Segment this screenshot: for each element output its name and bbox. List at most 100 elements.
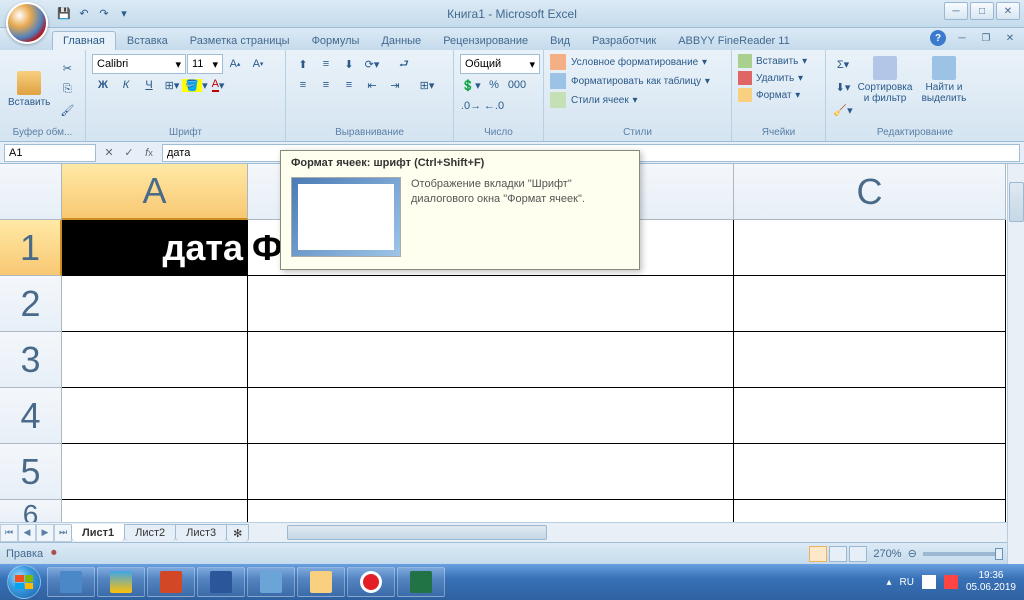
fx-button[interactable]: fx — [140, 144, 158, 162]
help-icon[interactable]: ? — [930, 30, 946, 46]
horizontal-scrollbar[interactable] — [269, 524, 1024, 541]
clock[interactable]: 19:36 05.06.2019 — [966, 570, 1016, 594]
cell-styles-button[interactable]: Стили ячеек ▾ — [550, 92, 725, 108]
orientation-button[interactable]: ⟳▾ — [361, 54, 383, 74]
page-break-view-button[interactable] — [849, 546, 867, 562]
mdi-minimize[interactable]: ─ — [954, 31, 970, 45]
format-as-table-button[interactable]: Форматировать как таблицу ▾ — [550, 73, 725, 89]
select-all-corner[interactable] — [0, 164, 62, 220]
borders-button[interactable]: ⊞▾ — [161, 75, 183, 95]
cell-a5[interactable] — [62, 444, 248, 500]
align-left-button[interactable]: ≡ — [292, 75, 314, 95]
sheet-nav-next[interactable]: ▶ — [36, 524, 54, 542]
language-indicator[interactable]: RU — [899, 577, 913, 588]
cell-a1[interactable]: дата — [62, 220, 248, 276]
normal-view-button[interactable] — [809, 546, 827, 562]
tab-data[interactable]: Данные — [370, 31, 432, 50]
tray-icon-1[interactable] — [922, 575, 936, 589]
wrap-text-button[interactable]: ⮐ — [384, 54, 424, 74]
merge-button[interactable]: ⊞▾ — [407, 75, 447, 95]
redo-icon[interactable]: ↷ — [95, 5, 113, 23]
cell-c6[interactable] — [734, 500, 1006, 522]
minimize-button[interactable]: ─ — [944, 2, 968, 20]
tab-page-layout[interactable]: Разметка страницы — [179, 31, 301, 50]
enter-formula-button[interactable]: ✓ — [120, 144, 138, 162]
row-header-3[interactable]: 3 — [0, 332, 62, 388]
zoom-out-button[interactable]: ⊖ — [908, 547, 917, 560]
office-button[interactable] — [6, 2, 48, 44]
format-cells-button[interactable]: Формат ▾ — [738, 88, 819, 102]
mdi-close[interactable]: ✕ — [1002, 31, 1018, 45]
cut-button[interactable]: ✂ — [56, 59, 78, 79]
row-header-2[interactable]: 2 — [0, 276, 62, 332]
close-button[interactable]: ✕ — [996, 2, 1020, 20]
tab-home[interactable]: Главная — [52, 31, 116, 50]
tab-formulas[interactable]: Формулы — [301, 31, 371, 50]
align-middle-button[interactable]: ≡ — [315, 54, 337, 74]
zoom-level[interactable]: 270% — [873, 548, 901, 560]
copy-button[interactable]: ⎘ — [56, 80, 78, 100]
cell-b6[interactable] — [248, 500, 734, 522]
clear-button[interactable]: 🧹▾ — [832, 100, 854, 120]
qat-customize-icon[interactable]: ▾ — [115, 5, 133, 23]
bold-button[interactable]: Ж — [92, 75, 114, 95]
delete-cells-button[interactable]: Удалить ▾ — [738, 71, 819, 85]
undo-icon[interactable]: ↶ — [75, 5, 93, 23]
sheet-tab-1[interactable]: Лист1 — [71, 524, 125, 541]
font-name-combo[interactable]: Calibri▾ — [92, 54, 186, 74]
cell-c1[interactable] — [734, 220, 1006, 276]
vscroll-thumb[interactable] — [1009, 182, 1024, 222]
page-layout-view-button[interactable] — [829, 546, 847, 562]
taskbar-app-8[interactable] — [397, 567, 445, 597]
row-header-1[interactable]: 1 — [0, 220, 62, 276]
sheet-nav-last[interactable]: ⏭ — [54, 524, 72, 542]
font-color-button[interactable]: A▾ — [207, 75, 229, 95]
align-center-button[interactable]: ≡ — [315, 75, 337, 95]
start-button[interactable] — [2, 564, 46, 600]
cell-c5[interactable] — [734, 444, 1006, 500]
autosum-button[interactable]: Σ▾ — [832, 54, 854, 74]
italic-button[interactable]: К — [115, 75, 137, 95]
increase-indent-button[interactable]: ⇥ — [384, 75, 406, 95]
paste-button[interactable]: Вставить — [4, 69, 54, 110]
cell-a2[interactable] — [62, 276, 248, 332]
tab-insert[interactable]: Вставка — [116, 31, 179, 50]
shrink-font-button[interactable]: A▾ — [247, 54, 269, 74]
grow-font-button[interactable]: A▴ — [224, 54, 246, 74]
cell-b5[interactable] — [248, 444, 734, 500]
cell-c4[interactable] — [734, 388, 1006, 444]
fill-color-button[interactable]: 🪣▾ — [184, 75, 206, 95]
new-sheet-button[interactable]: ✻ — [226, 524, 249, 542]
taskbar-app-2[interactable] — [97, 567, 145, 597]
name-box[interactable]: A1 — [4, 144, 96, 162]
align-bottom-button[interactable]: ⬇ — [338, 54, 360, 74]
tray-icon-2[interactable] — [944, 575, 958, 589]
currency-button[interactable]: 💲▾ — [460, 75, 482, 95]
decrease-decimal-button[interactable]: ←.0 — [483, 96, 505, 116]
cell-b2[interactable] — [248, 276, 734, 332]
vertical-scrollbar[interactable] — [1007, 164, 1024, 578]
tray-expand-icon[interactable]: ▴ — [886, 577, 891, 588]
maximize-button[interactable]: □ — [970, 2, 994, 20]
taskbar-app-6[interactable] — [297, 567, 345, 597]
sort-filter-button[interactable]: Сортировка и фильтр — [855, 54, 915, 106]
font-size-combo[interactable]: 11▾ — [187, 54, 223, 74]
percent-button[interactable]: % — [483, 75, 505, 95]
row-header-5[interactable]: 5 — [0, 444, 62, 500]
taskbar-app-1[interactable] — [47, 567, 95, 597]
row-header-4[interactable]: 4 — [0, 388, 62, 444]
tab-developer[interactable]: Разработчик — [581, 31, 667, 50]
cell-c3[interactable] — [734, 332, 1006, 388]
cancel-formula-button[interactable]: ✕ — [100, 144, 118, 162]
cell-c2[interactable] — [734, 276, 1006, 332]
cell-b4[interactable] — [248, 388, 734, 444]
zoom-slider[interactable] — [923, 552, 1003, 556]
cell-a4[interactable] — [62, 388, 248, 444]
row-header-6[interactable]: 6 — [0, 500, 62, 522]
underline-button[interactable]: Ч — [138, 75, 160, 95]
decrease-indent-button[interactable]: ⇤ — [361, 75, 383, 95]
find-select-button[interactable]: Найти и выделить — [916, 54, 972, 106]
cell-b3[interactable] — [248, 332, 734, 388]
format-painter-button[interactable]: 🖌 — [56, 101, 78, 121]
taskbar-app-5[interactable] — [247, 567, 295, 597]
